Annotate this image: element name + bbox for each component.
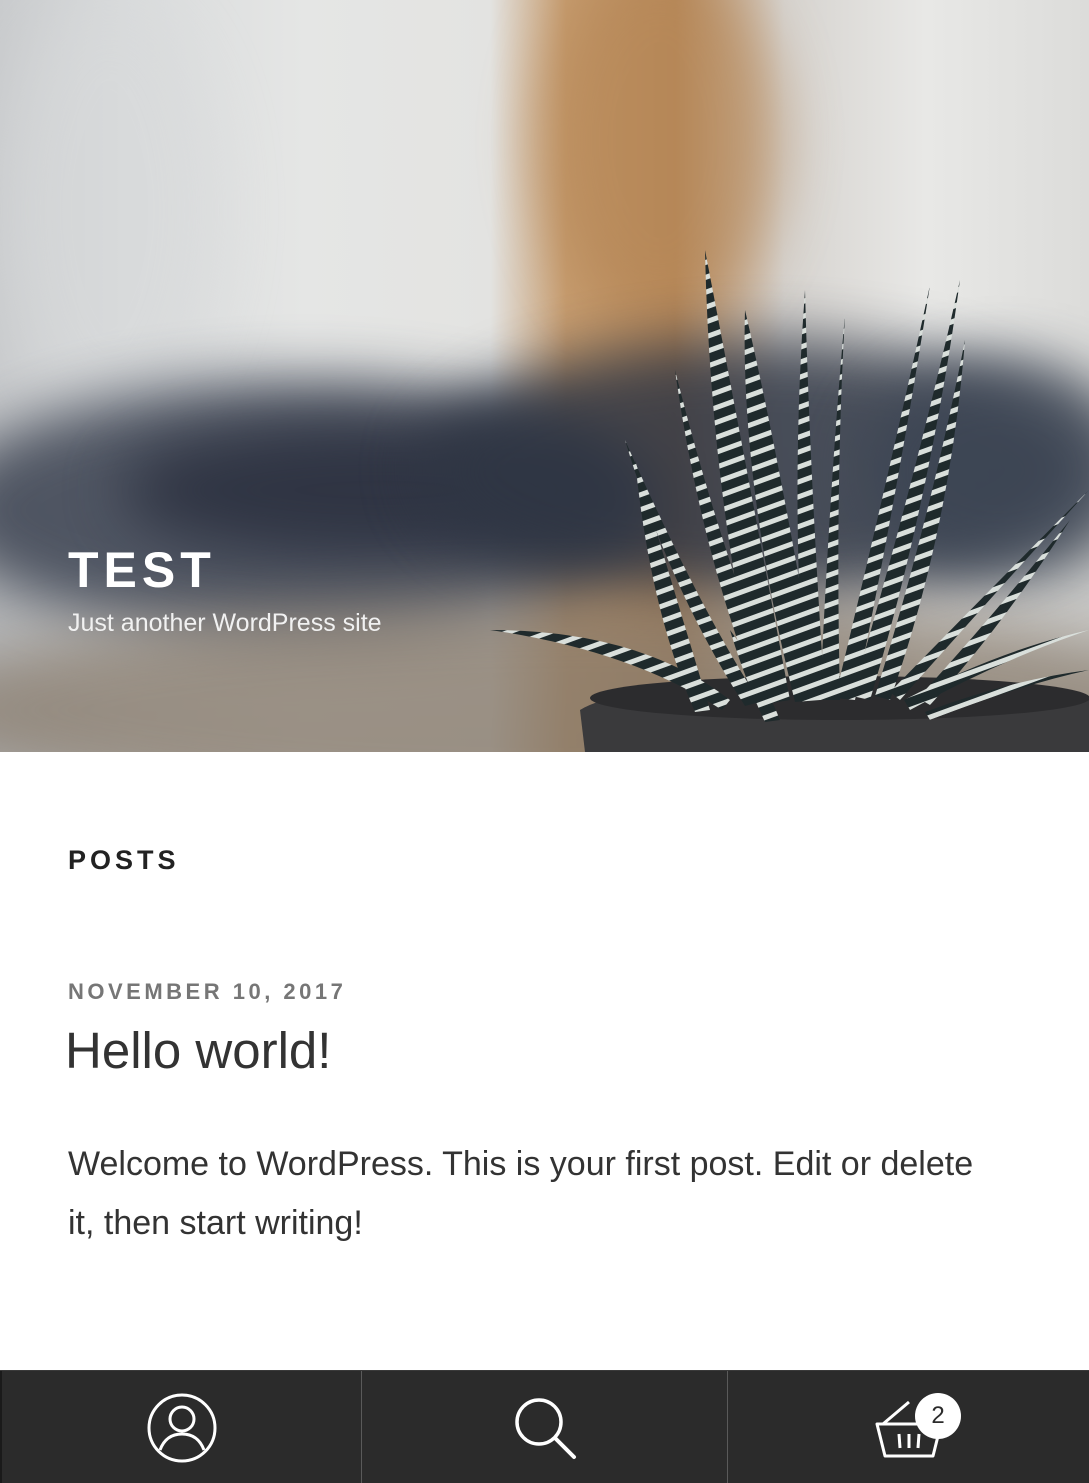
hero-bg-window [0, 0, 220, 420]
page-title: POSTS [68, 845, 180, 875]
account-button[interactable] [0, 1371, 361, 1483]
succulent-plant-image [490, 250, 1089, 752]
site-title[interactable]: TEST [68, 540, 216, 600]
post-title[interactable]: Hello world! [65, 1018, 331, 1084]
post-date[interactable]: NOVEMBER 10, 2017 [68, 979, 346, 1005]
search-icon [514, 1397, 576, 1459]
cart-button[interactable] [727, 1371, 1089, 1483]
site-description: Just another WordPress site [68, 609, 382, 637]
post-excerpt: Welcome to WordPress. This is your first… [68, 1145, 974, 1242]
search-button[interactable] [361, 1371, 727, 1483]
cart-count-badge: 2 [915, 1393, 961, 1439]
user-icon [147, 1393, 216, 1462]
header-hero: TEST Just another WordPress site [0, 0, 1089, 752]
